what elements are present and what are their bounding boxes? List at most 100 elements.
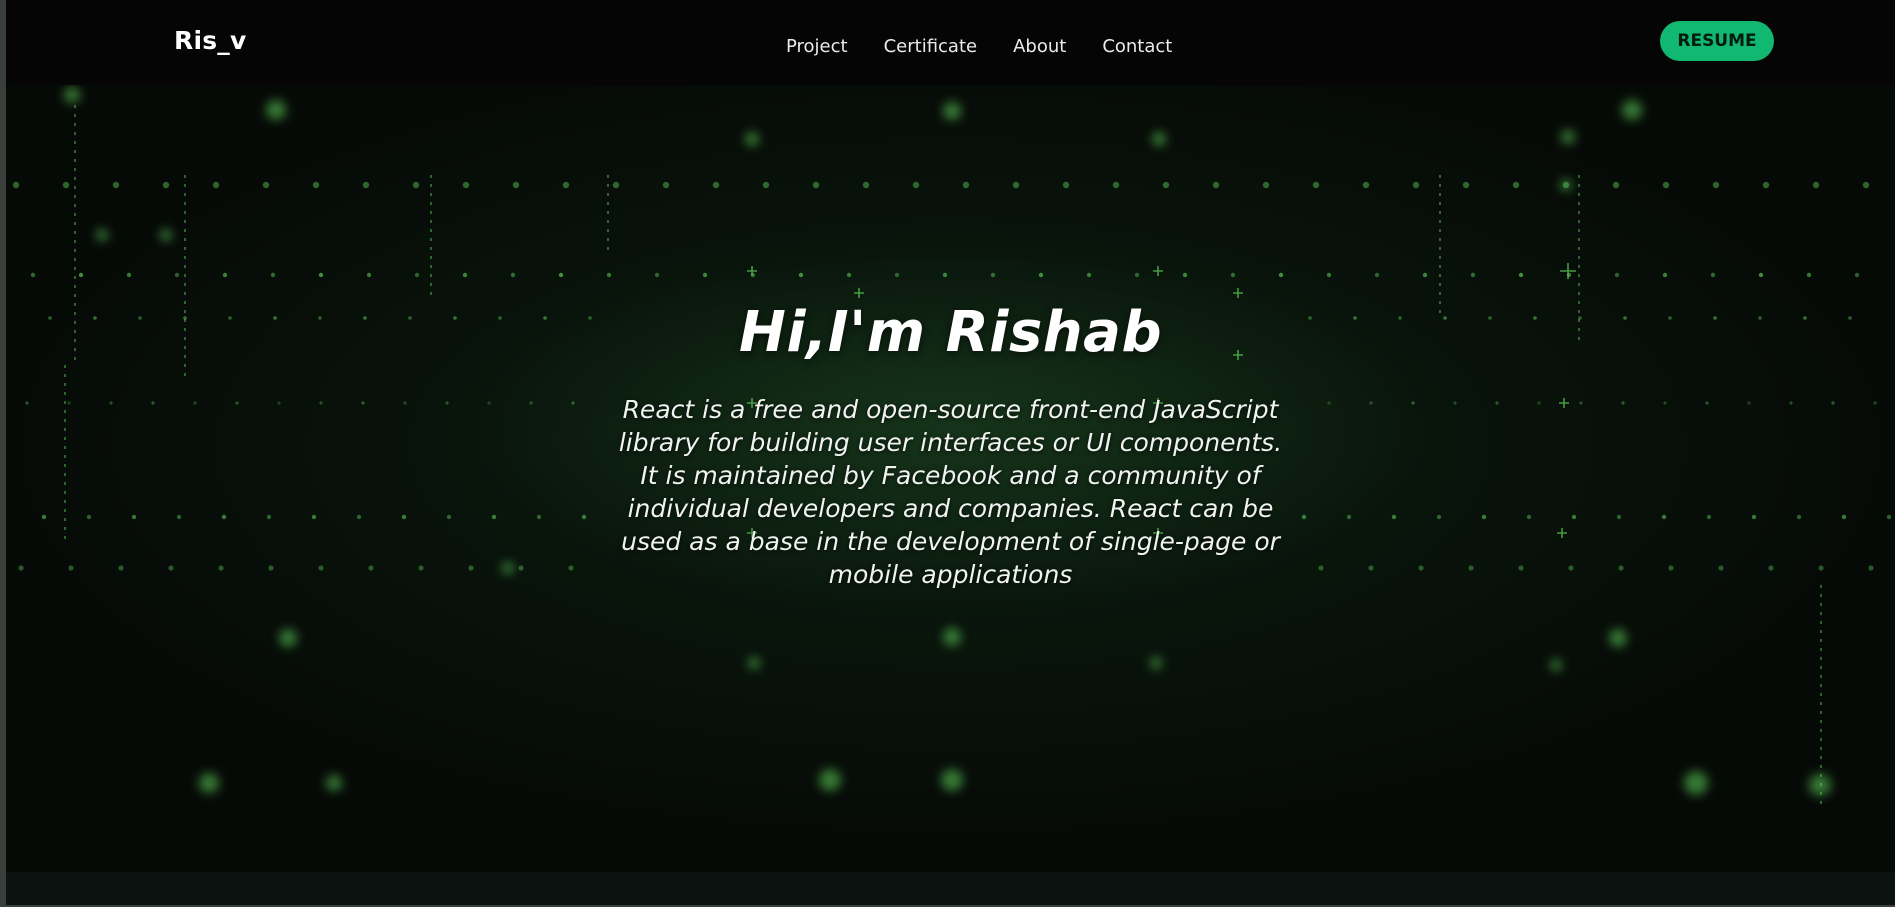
particle-dot bbox=[1182, 272, 1188, 278]
particle-dot bbox=[1470, 272, 1476, 278]
particle-column-segment bbox=[1820, 720, 1822, 723]
particle-dot bbox=[160, 229, 172, 241]
particle-dot bbox=[222, 272, 228, 278]
particle-dot bbox=[1560, 179, 1572, 191]
particle-dot bbox=[862, 181, 870, 189]
particle-dot bbox=[1550, 659, 1562, 671]
particle-column-segment bbox=[1820, 747, 1822, 750]
particle-column-segment bbox=[1439, 202, 1441, 205]
particle-column-segment bbox=[74, 150, 76, 153]
particle-dot bbox=[1012, 181, 1020, 189]
particle-column-segment bbox=[1578, 283, 1580, 286]
particle-dot bbox=[414, 272, 420, 278]
particle-column-segment bbox=[74, 132, 76, 135]
particle-column-segment bbox=[1820, 783, 1822, 786]
particle-dot bbox=[312, 181, 320, 189]
particle-column-segment bbox=[1439, 274, 1441, 277]
particle-column-segment bbox=[430, 238, 432, 241]
particle-dot bbox=[1230, 272, 1236, 278]
particle-dot bbox=[1622, 100, 1642, 120]
particle-column-segment bbox=[1439, 292, 1441, 295]
particle-dot bbox=[1806, 272, 1812, 278]
particle-column-segment bbox=[1820, 675, 1822, 678]
particle-dot bbox=[279, 629, 297, 647]
particle-column-segment bbox=[1578, 193, 1580, 196]
particle-dot bbox=[562, 181, 570, 189]
particle-column-segment bbox=[1578, 220, 1580, 223]
plus-mark bbox=[747, 266, 757, 276]
particle-column-segment bbox=[184, 202, 186, 205]
particle-dot bbox=[846, 272, 852, 278]
particle-column-segment bbox=[74, 294, 76, 297]
particle-column-segment bbox=[430, 211, 432, 214]
particle-column-segment bbox=[1578, 274, 1580, 277]
particle-column-segment bbox=[74, 186, 76, 189]
particle-dot bbox=[174, 272, 180, 278]
particle-column-segment bbox=[430, 193, 432, 196]
nav-link-project[interactable]: Project bbox=[786, 36, 848, 57]
particle-column-segment bbox=[1820, 630, 1822, 633]
hero-description: React is a free and open-source front-en… bbox=[618, 395, 1283, 589]
particle-dot bbox=[1278, 272, 1284, 278]
particle-column-segment bbox=[430, 274, 432, 277]
nav-link-certificate[interactable]: Certificate bbox=[884, 36, 978, 57]
particle-column-segment bbox=[74, 222, 76, 225]
resume-button[interactable]: RESUME bbox=[1660, 21, 1774, 61]
nav-links: Project Certificate About Contact bbox=[786, 36, 1208, 57]
particle-dot bbox=[262, 181, 270, 189]
particle-dot bbox=[943, 628, 961, 646]
particle-dot bbox=[748, 657, 760, 669]
particle-column-segment bbox=[74, 276, 76, 279]
particle-column-segment bbox=[1578, 184, 1580, 187]
particle-dot bbox=[199, 773, 219, 793]
particle-dot bbox=[1758, 272, 1764, 278]
particle-column-segment bbox=[74, 213, 76, 216]
particle-column-segment bbox=[74, 159, 76, 162]
particle-dot bbox=[702, 272, 708, 278]
particle-column-segment bbox=[1439, 238, 1441, 241]
brand-logo[interactable]: Ris_v bbox=[174, 26, 247, 55]
particle-dot bbox=[78, 272, 84, 278]
particle-dot bbox=[941, 769, 963, 791]
particle-column-segment bbox=[184, 229, 186, 232]
particle-dot bbox=[412, 181, 420, 189]
particle-column-segment bbox=[1820, 612, 1822, 615]
particle-column-segment bbox=[1439, 283, 1441, 286]
particle-column-segment bbox=[1820, 702, 1822, 705]
particle-dot bbox=[942, 272, 948, 278]
particle-dot bbox=[1038, 272, 1044, 278]
particle-dot bbox=[1212, 181, 1220, 189]
particle-dot bbox=[1462, 181, 1470, 189]
particle-dot bbox=[990, 272, 996, 278]
particle-column-segment bbox=[184, 220, 186, 223]
particle-dot bbox=[612, 181, 620, 189]
plus-mark bbox=[854, 288, 864, 298]
particle-dot bbox=[326, 775, 342, 791]
particle-column-segment bbox=[1820, 693, 1822, 696]
particle-dot bbox=[512, 181, 520, 189]
particle-dot bbox=[1512, 181, 1520, 189]
particle-dot bbox=[1312, 181, 1320, 189]
page-bottom-strip bbox=[6, 872, 1895, 905]
particle-dot bbox=[96, 229, 108, 241]
particle-column-segment bbox=[1578, 265, 1580, 268]
particle-dot bbox=[1086, 272, 1092, 278]
particle-column-segment bbox=[74, 240, 76, 243]
particle-column-segment bbox=[184, 256, 186, 259]
particle-column-segment bbox=[74, 204, 76, 207]
particle-column-segment bbox=[430, 184, 432, 187]
particle-column-segment bbox=[74, 195, 76, 198]
particle-dot bbox=[266, 100, 286, 120]
particle-column-segment bbox=[1578, 292, 1580, 295]
particle-dot bbox=[912, 181, 920, 189]
particle-column-segment bbox=[430, 220, 432, 223]
particle-column-segment bbox=[607, 175, 609, 178]
particle-dot bbox=[62, 181, 70, 189]
particle-column-segment bbox=[1820, 801, 1822, 804]
particle-column-segment bbox=[607, 211, 609, 214]
particle-column-segment bbox=[74, 249, 76, 252]
nav-link-contact[interactable]: Contact bbox=[1102, 36, 1172, 57]
nav-link-about[interactable]: About bbox=[1013, 36, 1066, 57]
particle-dot bbox=[1150, 657, 1162, 669]
particle-dot bbox=[64, 87, 80, 103]
